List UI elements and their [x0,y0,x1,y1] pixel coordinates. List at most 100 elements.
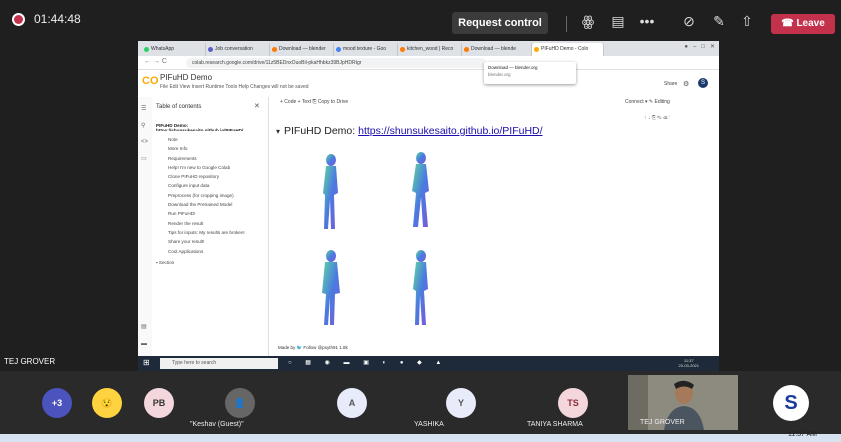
side-rail: ☰ ⚲ <> ▭ ▤ ▬ [138,97,152,356]
demo-heading-text: PIFuHD Demo: [284,125,359,137]
more-icon[interactable]: ••• [638,13,656,29]
toc-item[interactable]: Tips for inputs: My results are broken! [156,228,268,237]
taskbar-clock: 11:37 AM [787,431,817,438]
chat-icon[interactable]: ▤ [609,13,627,29]
toc-item[interactable]: Configure input data [156,181,268,190]
toc-icon[interactable]: ☰ [141,105,149,113]
toc-item[interactable]: Share your result! [156,237,268,246]
browser-tab[interactable]: WhatsApp [142,43,206,56]
taskbar-search[interactable]: Type here to search [160,358,278,369]
notebook-title[interactable]: PIFuHD Demo [160,73,212,82]
clock-date: 20-03-2021 [678,363,699,368]
participant-name: TEJ GROVER [640,419,685,426]
tab-label: Download — blende [471,46,517,52]
toc-item[interactable]: Render the result [156,219,268,228]
connect-button[interactable]: Connect ▾ ✎ Editing [625,99,670,105]
toc-item[interactable]: Help! I'm new to Google Colab [156,163,268,172]
avatar[interactable]: A [337,388,367,418]
blender-icon [464,47,469,52]
settings-icon[interactable]: ⚙ [683,80,689,88]
google-icon [336,47,341,52]
section-button[interactable]: ▪ Section [156,258,268,267]
shared-screen: WhatsApp Job conversation Download — ble… [138,41,719,356]
browser-tab[interactable]: Download — blende [462,43,532,56]
toolbar-divider [566,16,567,32]
share-icon[interactable]: ⇧ [738,13,756,29]
nav-arrows-icon[interactable]: ← → C [144,58,167,65]
human-figure-image [412,152,429,227]
toc-item[interactable]: Note [156,135,268,144]
avatar[interactable]: Y [446,388,476,418]
avatar[interactable]: PB [144,388,174,418]
avatar[interactable]: 😯 [92,388,122,418]
site-icon [400,47,405,52]
more-participants-avatar[interactable]: +3 [42,388,72,418]
toc-item[interactable]: Preprocess (for cropping image) [156,191,268,200]
human-figure-image [413,250,428,325]
toc-item[interactable]: Run PIFuHD! [156,209,268,218]
participant-name: YASHIKA [414,421,444,428]
window-controls[interactable]: ● – □ ✕ [684,43,715,50]
tab-label: kitchen_wood | Reco [407,46,454,52]
url-field[interactable]: colab.research.google.com/drive/11z5BEDn… [186,58,486,68]
tab-label: Download — blender [279,46,326,52]
meeting-toolbar: 01:44:48 Request control ꙮ ▤ ••• ⊘ ✎ ⇧ ☎… [0,0,841,40]
toc-item[interactable]: Clone PIFuHD repository [156,172,268,181]
leave-button[interactable]: ☎ Leave [771,14,835,34]
toc-item[interactable]: PIFuHD Demo: https://shunsukesaito.githu… [156,123,268,131]
browser-tab[interactable]: kitchen_wood | Reco [398,43,462,56]
sharer-name: TEJ GROVER [4,357,56,366]
browser-tab[interactable]: mood texture - Goo [334,43,398,56]
windows-taskbar: 11:37 AM [0,431,841,442]
browser-tab-active[interactable]: PIFuHD Demo - Colo [532,43,604,56]
toc-item[interactable]: Requirements [156,154,268,163]
made-by-text: Made by 🐦 Follow @psyth91 1.8k [278,345,348,350]
windows-start-icon[interactable]: ⊞ [143,358,150,367]
participant-video[interactable]: TEJ GROVER [628,375,738,430]
address-bar-row: ← → C colab.research.google.com/drive/11… [138,56,719,70]
toc-title: Table of contents [156,104,202,110]
camera-off-icon[interactable]: ⊘ [680,13,698,29]
demo-heading: PIFuHD Demo: https://shunsukesaito.githu… [284,125,543,137]
collapse-icon[interactable]: ▾ [276,127,280,136]
section-label: Section [158,259,175,265]
toc-item[interactable]: Cool Applications [156,247,268,256]
browser-tab[interactable]: Download — blender [270,43,334,56]
avatar[interactable]: S [773,385,809,421]
search-icon[interactable]: ⚲ [141,122,149,130]
demo-link[interactable]: https://shunsukesaito.github.io/PIFuHD/ [358,125,542,137]
console-icon[interactable]: ▬ [141,341,149,349]
insert-toolbar[interactable]: + Code + Text ⎘ Copy to Drive [280,99,348,105]
human-figure-image [322,250,340,325]
code-icon[interactable]: <> [141,139,149,147]
toc-item[interactable]: Download the Pretrained Model [156,200,268,209]
notebook-menu[interactable]: File Edit View Insert Runtime Tools Help… [160,84,309,90]
tab-label: Job conversation [215,46,253,52]
notebook-toolbar: + Code + Text ⎘ Copy to Drive Connect ▾ … [270,97,719,109]
terminal-icon[interactable]: ▤ [141,323,149,331]
toc-list: PIFuHD Demo: https://shunsukesaito.githu… [156,123,268,267]
request-control-button[interactable]: Request control [452,12,548,34]
close-icon[interactable]: ✕ [254,102,260,110]
phone-icon: ☎ [781,18,797,29]
human-figure-image [323,154,338,229]
taskbar-apps-icon[interactable]: ○ ▦ ◉ ▬ ▣ ◐ ● ◆ ▲ [288,359,447,366]
colab-logo: CO [142,75,159,87]
folder-icon[interactable]: ▭ [141,155,149,163]
participants-icon[interactable]: ꙮ [579,13,597,29]
share-button[interactable]: Share [664,81,677,87]
mic-off-icon[interactable]: ✎ [710,13,728,29]
meeting-timer: 01:44:48 [34,12,81,26]
guest-avatar[interactable]: 👤 [225,388,255,418]
toc-item[interactable]: More Info [156,144,268,153]
blender-icon [272,47,277,52]
browser-tab-strip: WhatsApp Job conversation Download — ble… [138,41,719,56]
avatar[interactable]: S [698,78,708,88]
avatar[interactable]: TS [558,388,588,418]
colab-header: CO PIFuHD Demo File Edit View Insert Run… [138,71,719,97]
browser-tab[interactable]: Job conversation [206,43,270,56]
tab-label: WhatsApp [151,46,175,52]
colab-icon [534,47,539,52]
notebook-cell: ↑ ↓ ⎘ ✎ ⌫ ⋮ ▾ PIFuHD Demo: https://shuns… [274,113,714,353]
cell-toolbar-icon[interactable]: ↑ ↓ ⎘ ✎ ⌫ ⋮ [644,115,670,121]
